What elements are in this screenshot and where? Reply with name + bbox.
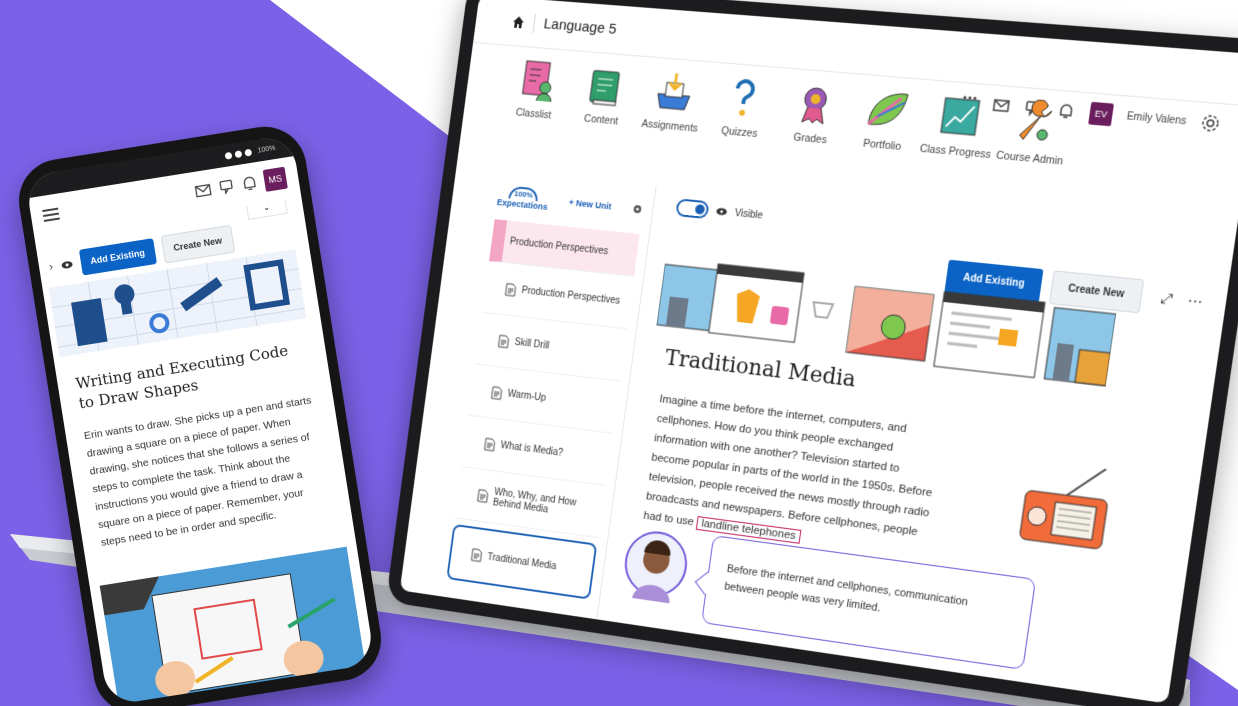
user-avatar[interactable]: MS: [262, 166, 288, 192]
chevron-right-icon[interactable]: ›: [48, 261, 54, 273]
tool-course-admin[interactable]: Course Admin: [985, 96, 1076, 215]
tool-label: Content: [583, 112, 619, 128]
tool-label: Classlist: [515, 106, 552, 122]
quizzes-icon: [719, 73, 769, 116]
user-avatar[interactable]: EV: [1088, 101, 1114, 127]
content-toolbar: ⤢ ⋯: [1160, 290, 1204, 312]
sidebar-item-label: Traditional Media: [486, 551, 558, 572]
radio-illustration: [1013, 459, 1117, 552]
tool-label: Assignments: [640, 117, 699, 135]
character-avatar: [619, 519, 694, 604]
document-icon: [484, 437, 497, 452]
sidebar-item-label: Production Perspectives: [509, 236, 609, 258]
document-icon: [470, 548, 483, 563]
tool-label: Quizzes: [720, 124, 759, 141]
signal-dot: [234, 149, 243, 158]
home-icon[interactable]: [511, 15, 525, 29]
lesson-content: Visible Add Existing Create New ⤢ ⋯ Trad…: [606, 187, 1224, 702]
new-unit-button[interactable]: + New Unit: [568, 198, 612, 212]
create-new-button[interactable]: Create New: [160, 224, 235, 264]
document-icon: [491, 385, 504, 400]
lesson-paragraph: Imagine a time before the internet, comp…: [642, 393, 933, 539]
portfolio-icon: [861, 85, 913, 135]
content-icon: [581, 62, 629, 110]
eye-icon: [715, 207, 728, 216]
more-options-icon[interactable]: ⋯: [1186, 292, 1204, 311]
sidebar-item-label: Warm-Up: [506, 388, 547, 404]
expand-icon[interactable]: ⤢: [1160, 290, 1174, 309]
sidebar-item-label: Skill Drill: [513, 337, 550, 352]
gear-icon[interactable]: [1200, 113, 1222, 133]
tool-label: Portfolio: [862, 137, 902, 154]
sidebar-item-traditional-media[interactable]: Traditional Media: [446, 523, 598, 600]
battery-level: 100%: [257, 144, 276, 155]
signal-dot: [224, 151, 233, 160]
menu-icon[interactable]: [42, 207, 60, 222]
grades-icon: [790, 79, 841, 129]
sidebar-item-label: What is Media?: [499, 440, 564, 459]
document-icon: [477, 488, 490, 503]
visibility-toggle[interactable]: [675, 198, 710, 220]
document-icon: [504, 282, 517, 297]
drawing-illustration: [99, 546, 366, 705]
signal-dot: [244, 148, 253, 157]
class-progress-icon: [934, 91, 986, 141]
speech-bubble: Before the internet and cellphones, comm…: [701, 535, 1037, 670]
add-existing-button[interactable]: Add Existing: [78, 238, 157, 276]
expectations-label: Expectations: [496, 196, 549, 212]
mail-icon[interactable]: [194, 183, 212, 199]
tool-label: Course Admin: [995, 149, 1064, 168]
assignments-icon: [650, 68, 699, 117]
bell-icon[interactable]: [241, 174, 257, 192]
nav-divider: [532, 13, 537, 33]
tool-label: Class Progress: [918, 142, 992, 162]
user-name[interactable]: Emily Valens: [1126, 111, 1187, 127]
visible-label: Visible: [734, 207, 764, 222]
document-icon: [497, 334, 510, 349]
phone-nav-icons: MS: [194, 166, 288, 203]
classlist-icon: [514, 56, 562, 104]
settings-gear-icon[interactable]: [631, 203, 644, 216]
laptop-screen-bezel: Language 5 EV Emily Valens Classlist Con…: [385, 0, 1238, 706]
expectations-badge[interactable]: 100% Expectations: [496, 184, 550, 211]
course-title[interactable]: Language 5: [543, 16, 618, 38]
eye-icon[interactable]: [60, 259, 73, 271]
tool-label: Grades: [792, 131, 828, 147]
course-admin-icon: [1008, 98, 1061, 149]
laptop-screen: Language 5 EV Emily Valens Classlist Con…: [399, 0, 1238, 704]
sidebar-item-label: Production Perspectives: [520, 285, 621, 307]
sidebar-item-label: Who, Why, and How Behind Media: [492, 486, 577, 515]
chat-icon[interactable]: [218, 179, 236, 196]
